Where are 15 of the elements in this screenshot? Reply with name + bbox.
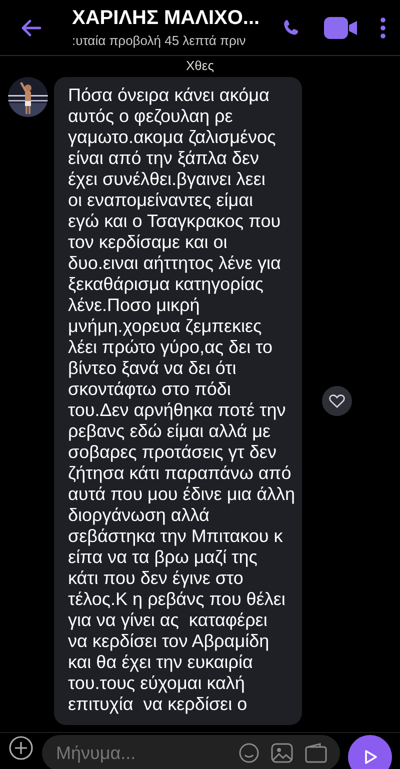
more-icon[interactable] [380,16,386,38]
heart-icon [329,394,345,408]
image-icon[interactable] [270,742,294,764]
like-button[interactable] [322,386,352,416]
date-separator: Χθες [186,58,214,73]
voice-message-button[interactable] [348,735,392,769]
emoji-icon[interactable] [238,742,260,764]
message-field[interactable]: Μήνυμα... [42,735,340,769]
contact-name[interactable]: ΧΑΡΙΛΗΣ ΜΑΛΙΧΟ... [72,7,258,30]
back-icon[interactable] [20,18,42,36]
wallet-icon[interactable] [304,742,328,764]
last-seen-text: :υταία προβολή 45 λεπτά πριν [72,33,247,48]
message-input[interactable]: Μήνυμα... [54,742,228,764]
video-call-icon[interactable] [324,16,358,38]
add-icon[interactable] [8,735,34,761]
